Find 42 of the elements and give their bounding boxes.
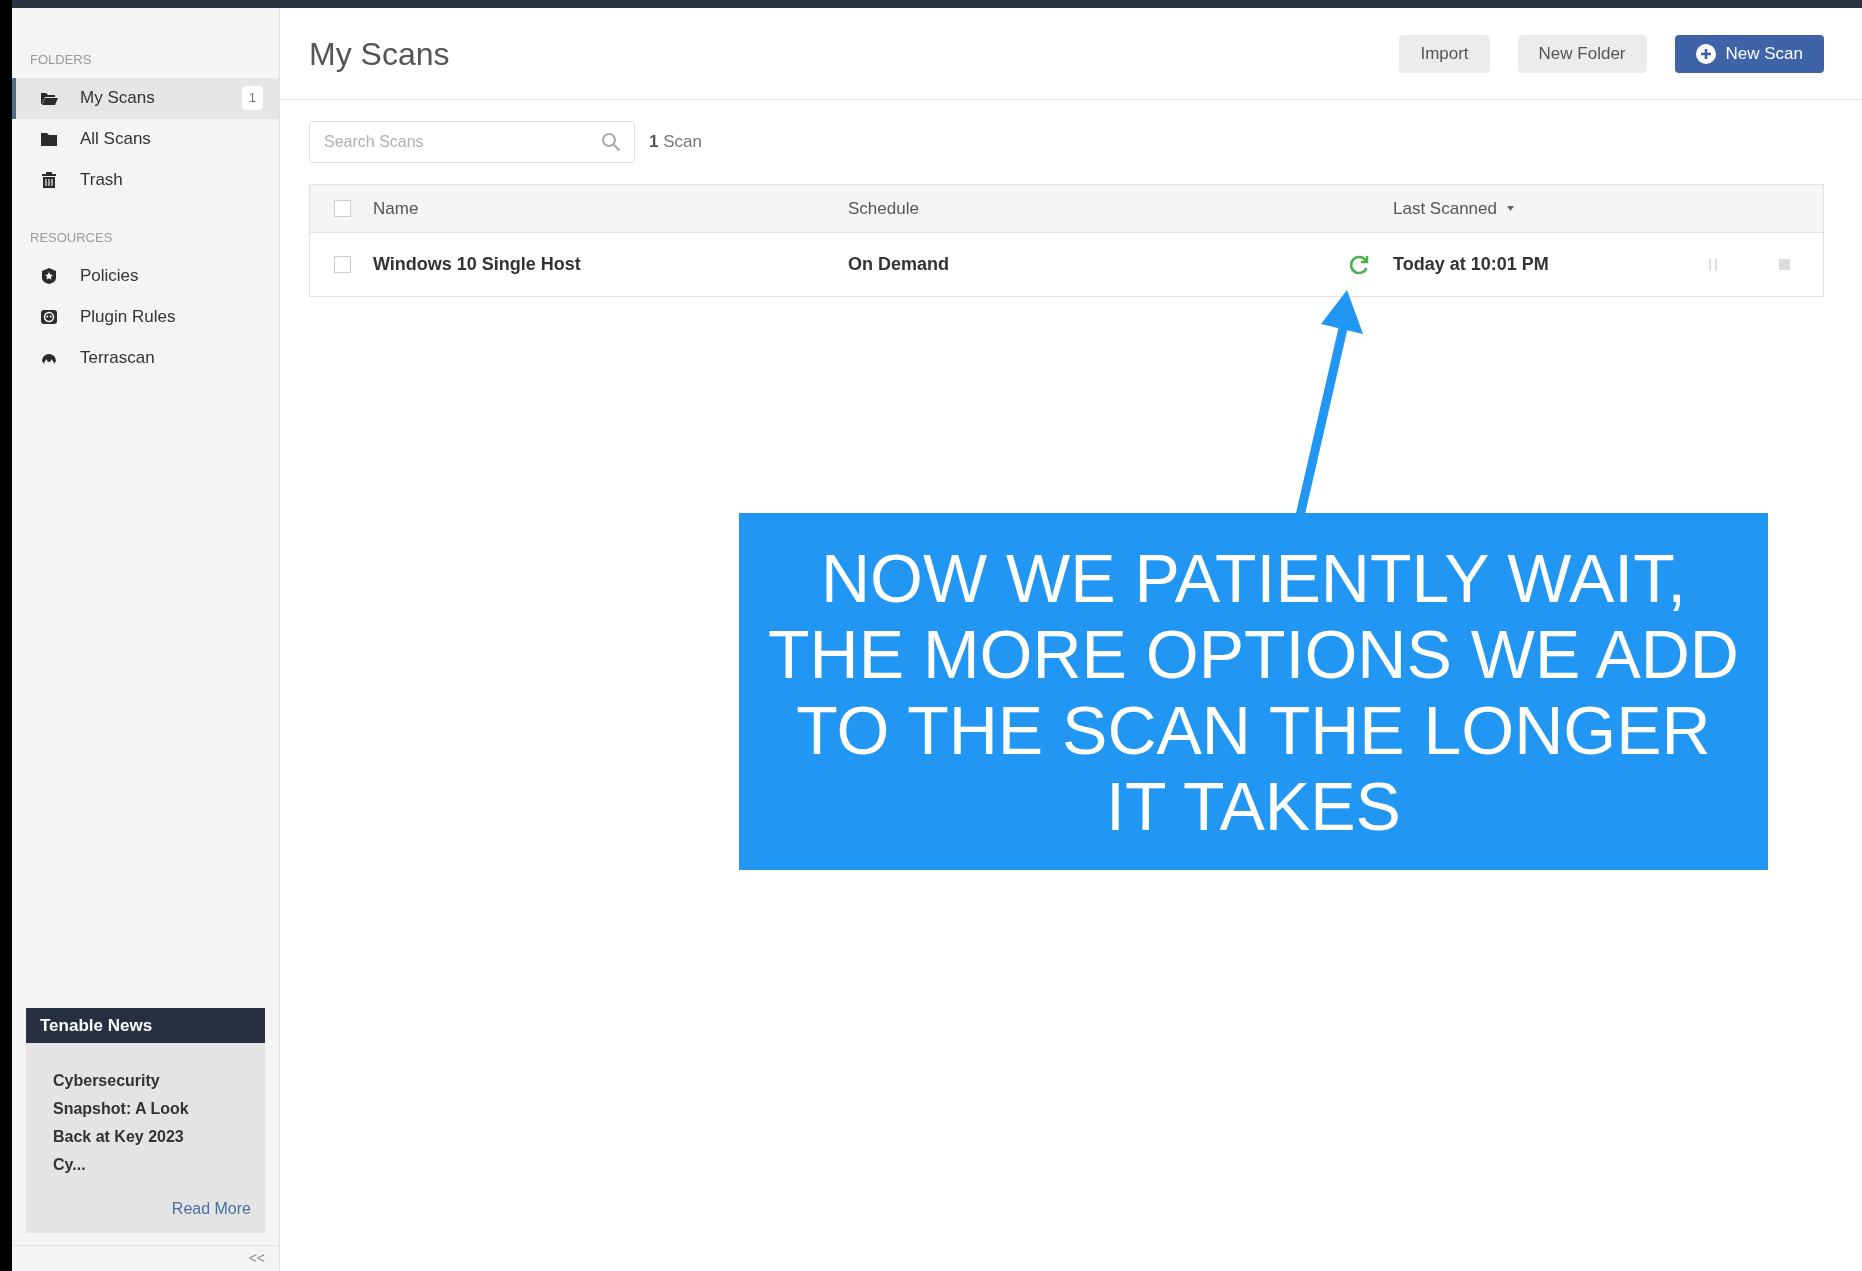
- column-header[interactable]: Schedule: [848, 195, 1393, 222]
- sidebar-item[interactable]: Policies: [12, 255, 279, 296]
- column-header[interactable]: Name: [373, 195, 848, 222]
- sidebar-item[interactable]: Plugin Rules: [12, 296, 279, 337]
- sidebar-item[interactable]: Terrascan: [12, 337, 279, 378]
- folder-icon: [40, 130, 58, 148]
- sidebar-item[interactable]: All Scans: [12, 118, 279, 160]
- table-row[interactable]: Windows 10 Single Host On Demand Today at 10:01 PM: [310, 233, 1823, 296]
- news-headline: Cybersecurity Snapshot: A Look Back at Key 2023 Cy...: [53, 1071, 190, 1175]
- page-title: My Scans: [309, 34, 451, 74]
- item-label: Plugin Rules: [80, 305, 177, 328]
- news-title: Tenable News: [26, 1008, 265, 1043]
- pause-icon[interactable]: [1709, 258, 1717, 271]
- select-all-checkbox[interactable]: [334, 200, 351, 217]
- callout-text: NOW WE PATIENTLY WAIT, THE MORE OPTIONS WE ADD TO THE SCAN THE LONGER IT TAKES: [767, 539, 1740, 844]
- table-cell-text: Today at 10:01 PM: [1393, 253, 1550, 276]
- search-field[interactable]: Search Scans: [309, 121, 635, 163]
- toolbar-button[interactable]: Import: [1399, 34, 1490, 73]
- new-scan-button[interactable]: New Scan: [1674, 34, 1824, 73]
- item-label: Trash: [80, 169, 124, 192]
- read-more-link[interactable]: Read More: [171, 1197, 251, 1221]
- item-count: 1: [241, 86, 263, 110]
- toolbar-button[interactable]: New Folder: [1517, 34, 1647, 73]
- stop-icon[interactable]: [1779, 259, 1790, 270]
- search-icon: [601, 132, 621, 152]
- table-cell-text: On Demand: [848, 253, 950, 276]
- item-label: All Scans: [80, 128, 152, 151]
- item-label: Terrascan: [80, 346, 156, 369]
- item-label: Policies: [80, 264, 140, 287]
- shield-icon: [40, 266, 58, 285]
- plus-circle-icon: [1695, 43, 1716, 64]
- scan-count: 1 Scan: [649, 131, 702, 154]
- section-heading: RESOURCES: [29, 228, 114, 247]
- plugin-icon: [40, 307, 58, 326]
- column-header[interactable]: Last Scanned: [1393, 195, 1514, 222]
- sidebar-item[interactable]: My Scans 1: [12, 77, 279, 119]
- table-cell-text: Windows 10 Single Host: [373, 253, 582, 276]
- section-heading: FOLDERS: [29, 51, 93, 69]
- sidebar-item[interactable]: Trash: [12, 159, 279, 201]
- row-checkbox[interactable]: [334, 256, 351, 273]
- item-label: My Scans: [80, 87, 156, 110]
- trash-icon: [40, 171, 58, 189]
